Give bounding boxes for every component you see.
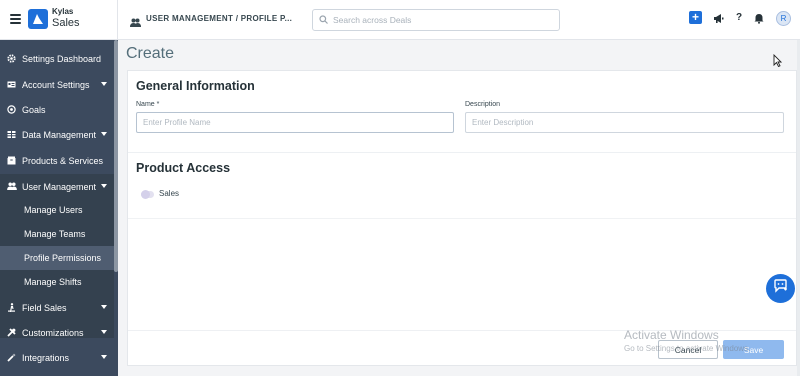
sidebar-item-label: Goals [22, 104, 46, 115]
chevron-down-icon [101, 305, 107, 309]
sidebar-item-label: Products & Services [22, 155, 104, 166]
mouse-cursor-icon [773, 53, 783, 72]
brand: Kylas Sales [52, 8, 80, 29]
sidebar-item-data-management[interactable]: Data Management [0, 122, 114, 147]
megaphone-icon[interactable] [713, 11, 724, 29]
general-information-title: General Information [136, 79, 255, 93]
create-profile-form: General Information Name * Description P… [127, 70, 797, 366]
hamburger-menu-icon[interactable] [10, 14, 21, 24]
cancel-button[interactable]: Cancel [658, 340, 718, 359]
sidebar-subitem-manage-shifts[interactable]: Manage Shifts [0, 270, 114, 294]
sidebar-subitem-manage-users[interactable]: Manage Users [0, 198, 114, 222]
description-label: Description [465, 101, 501, 108]
help-icon[interactable]: ? [736, 11, 742, 24]
quick-add-button[interactable]: + [689, 11, 702, 24]
brand-product: Sales [52, 17, 80, 29]
sales-access-toggle[interactable] [141, 190, 154, 199]
page-title: Create [126, 45, 175, 62]
target-icon [7, 105, 16, 114]
sidebar-item-field-sales[interactable]: Field Sales [0, 295, 114, 320]
topbar-divider [117, 0, 118, 40]
chevron-down-icon [101, 330, 107, 334]
chevron-down-icon [101, 82, 107, 86]
profile-name-input[interactable] [136, 112, 454, 133]
sidebar-subitem-profile-permissions[interactable]: Profile Permissions [0, 246, 114, 270]
brand-name: Kylas [52, 7, 74, 16]
table-icon [7, 130, 16, 139]
sidebar-item-label: User Management [22, 181, 97, 192]
name-label: Name * [136, 101, 160, 108]
chat-plus-icon [773, 279, 788, 298]
kylas-logo-icon[interactable] [28, 9, 48, 29]
user-avatar[interactable]: R [776, 11, 791, 26]
search-input[interactable] [333, 15, 553, 25]
chevron-down-icon [101, 132, 107, 136]
sidebar-item-label: Integrations [22, 352, 70, 363]
chat-support-button[interactable] [766, 274, 795, 303]
sidebar-item-user-management[interactable]: User Management [0, 174, 114, 199]
users-icon [130, 14, 141, 32]
sales-toggle-label: Sales [159, 189, 180, 198]
sidebar-item-label: Account Settings [22, 79, 90, 90]
users-icon [7, 182, 17, 191]
sidebar-item-label: Data Management [22, 129, 97, 140]
search-icon [319, 11, 328, 29]
sidebar-item-integrations[interactable]: Integrations [0, 345, 114, 370]
tools-icon [7, 328, 16, 337]
toggle-knob [141, 190, 150, 199]
global-search[interactable] [312, 9, 560, 31]
sidebar-item-label: Field Sales [22, 302, 67, 313]
sidebar: Settings Dashboard Account Settings Goal… [0, 40, 118, 376]
chevron-down-icon [101, 184, 107, 188]
sidebar-item-label: Settings Dashboard [22, 53, 102, 64]
gear-icon [7, 54, 16, 63]
id-card-icon [7, 80, 16, 89]
magic-wand-icon [7, 353, 16, 362]
bell-icon[interactable] [754, 11, 764, 29]
breadcrumb: USER MANAGEMENT / PROFILE P... [146, 14, 293, 23]
top-bar: Kylas Sales USER MANAGEMENT / PROFILE P.… [0, 0, 800, 40]
save-button[interactable]: Save [723, 340, 784, 359]
sidebar-item-label: Customizations [22, 327, 84, 338]
box-icon [7, 156, 16, 165]
sidebar-item-customizations[interactable]: Customizations [0, 320, 114, 345]
description-input[interactable] [465, 112, 784, 133]
chevron-down-icon [101, 355, 107, 359]
sidebar-subitem-manage-teams[interactable]: Manage Teams [0, 222, 114, 246]
sidebar-item-settings-dashboard[interactable]: Settings Dashboard [0, 46, 114, 71]
walking-icon [7, 303, 16, 312]
sidebar-item-products-services[interactable]: Products & Services [0, 148, 114, 173]
sidebar-item-goals[interactable]: Goals [0, 97, 114, 122]
sidebar-item-account-settings[interactable]: Account Settings [0, 72, 114, 97]
sidebar-scrollbar[interactable] [114, 40, 118, 272]
form-footer: Cancel Save [128, 330, 796, 365]
product-access-title: Product Access [136, 161, 231, 175]
general-information-section: General Information Name * Description [128, 71, 796, 153]
